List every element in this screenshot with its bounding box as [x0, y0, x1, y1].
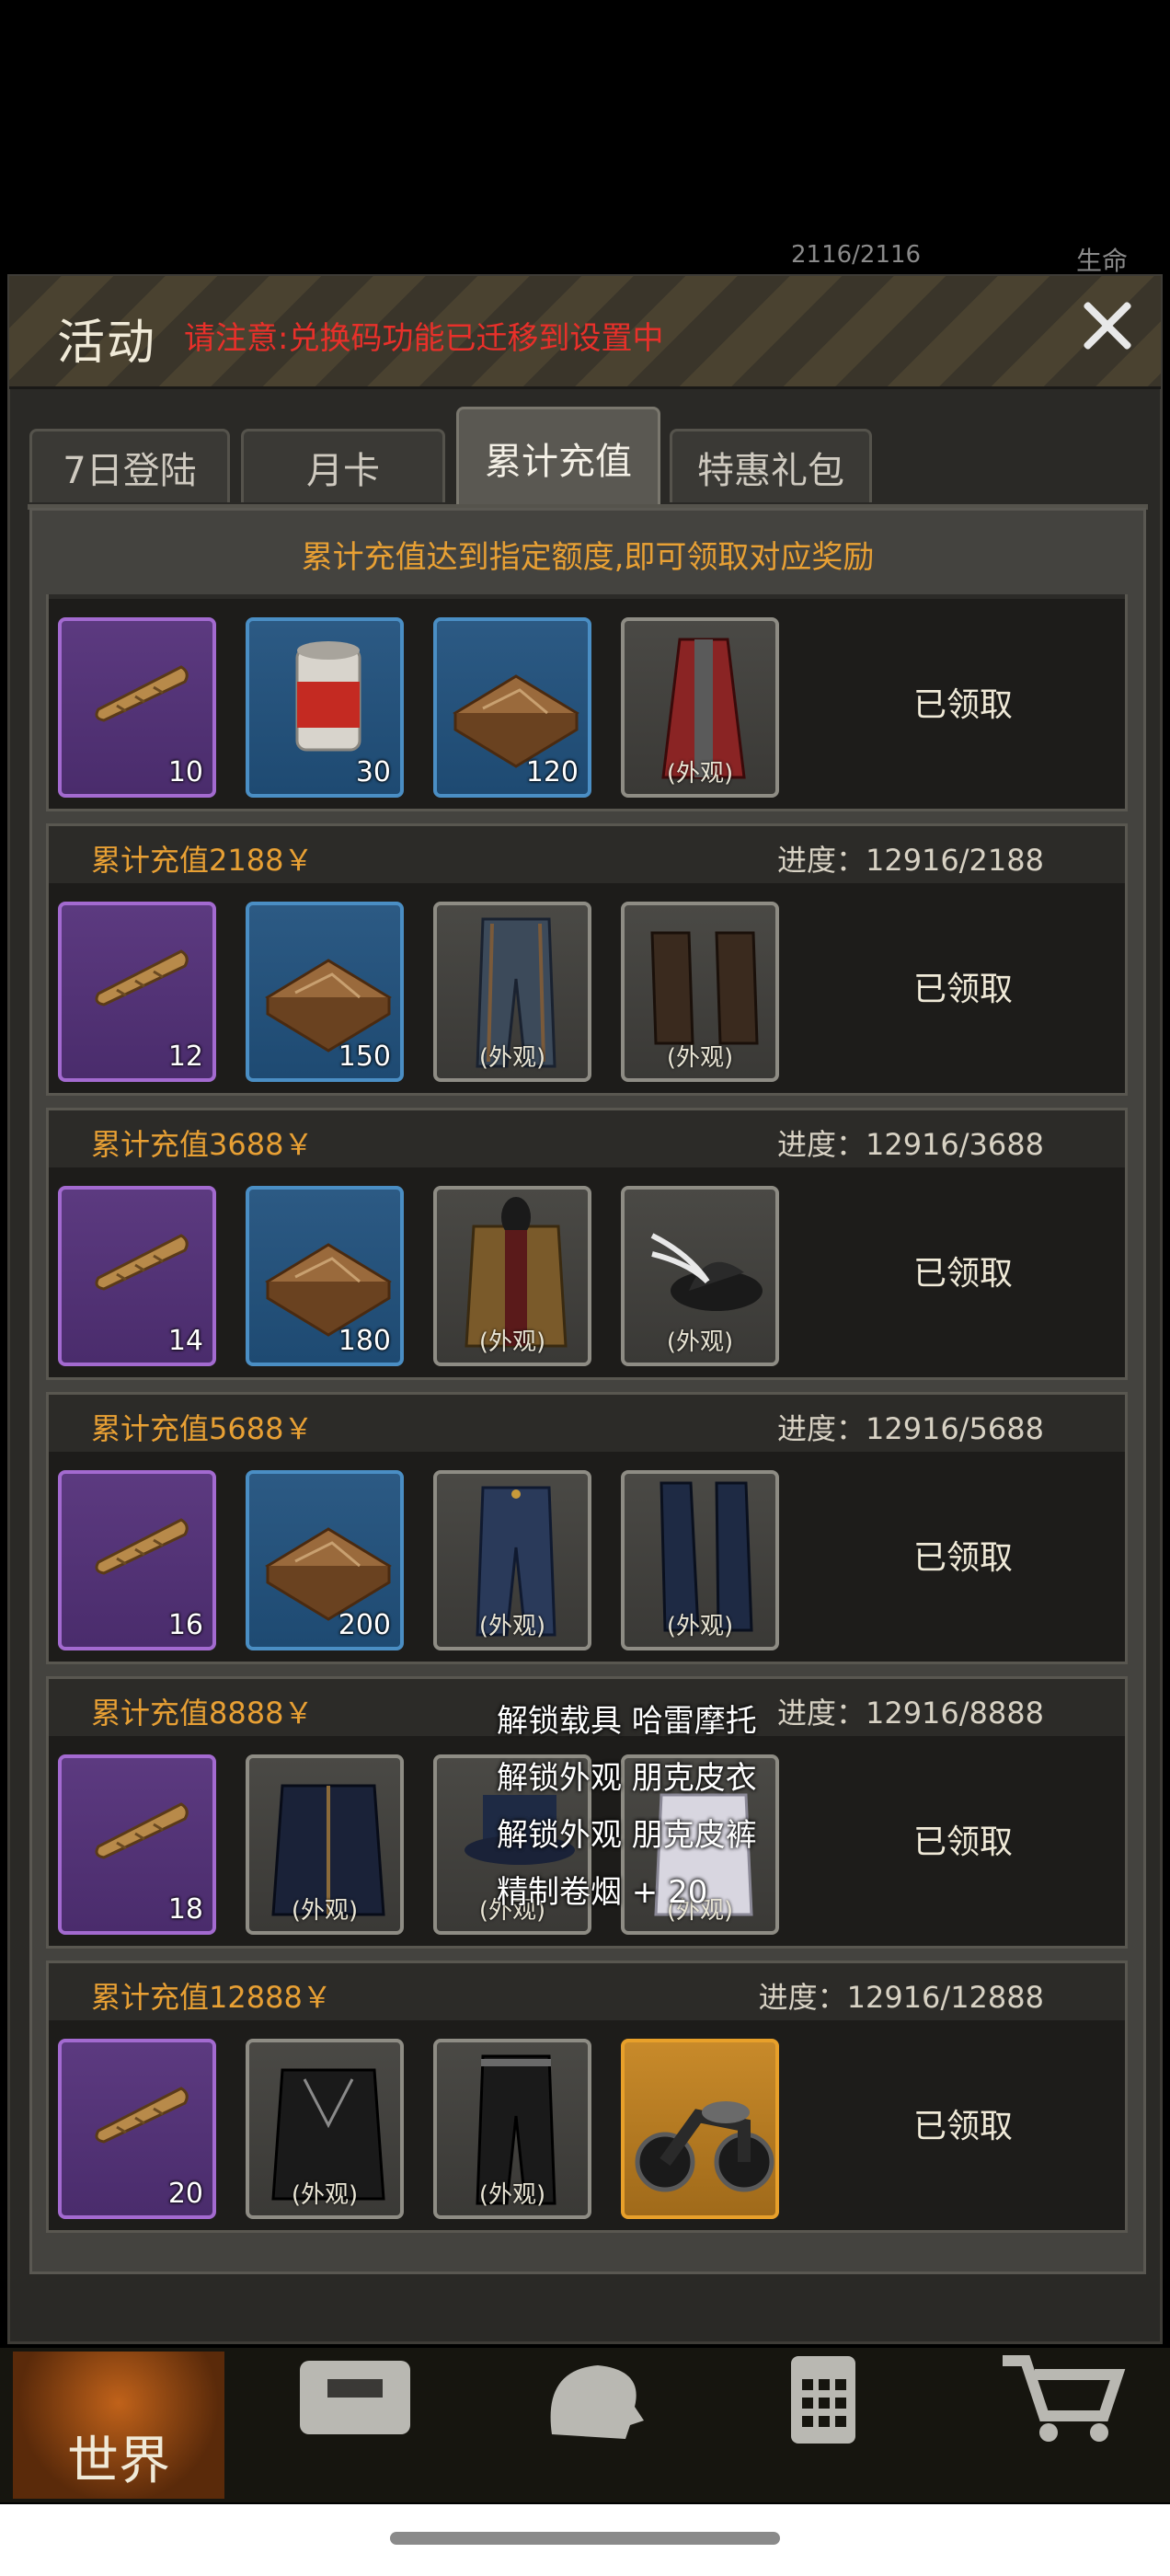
tooltip-line: 解锁外观 朋克皮裤 — [497, 1817, 757, 1854]
item-quantity: 10 — [167, 756, 203, 788]
tier-header — [49, 594, 1125, 599]
reward-tier-card: 累计充值12888￥ 进度：12916/12888 20 (外观) (外观) 已领取 — [46, 1961, 1128, 2233]
tier-progress: 进度：12916/5688 — [776, 1411, 1044, 1446]
item-quantity: 150 — [338, 1041, 391, 1073]
backpack-icon[interactable] — [291, 2352, 429, 2444]
tier-threshold-label: 累计充值5688￥ — [91, 1411, 314, 1446]
appearance-tag: (外观) — [478, 1044, 546, 1072]
dialog-title: 活动 — [57, 316, 157, 371]
appearance-tag: (外观) — [666, 1613, 734, 1640]
hud-backdrop — [0, 0, 1170, 276]
tab-special-pack[interactable]: 特惠礼包 — [670, 429, 872, 502]
appearance-tag: (外观) — [666, 1328, 734, 1356]
shop-cart-icon[interactable] — [993, 2352, 1131, 2444]
tier-threshold-label: 累计充值12888￥ — [91, 1980, 332, 2015]
item-quantity: 120 — [525, 756, 579, 788]
notice-text: 请注意:兑换码功能已迁移到设置中 — [184, 320, 664, 357]
tier-progress: 进度：12916/8888 — [776, 1696, 1044, 1731]
tier-progress: 进度：12916/3688 — [776, 1127, 1044, 1162]
nav-world-label: 世界 — [67, 2432, 170, 2491]
tooltip-line: 解锁外观 朋克皮衣 — [497, 1760, 757, 1797]
tier-threshold-label: 累计充值3688￥ — [91, 1127, 314, 1162]
item-quantity: 16 — [167, 1609, 203, 1641]
reward-item-slot[interactable]: (外观) — [621, 617, 779, 798]
reward-item-slot[interactable]: 20 — [58, 2039, 216, 2219]
appearance-tag: (外观) — [291, 1897, 359, 1925]
item-quantity: 180 — [338, 1325, 391, 1357]
reward-item-slot[interactable]: (外观) — [246, 1754, 404, 1935]
claimed-status-button[interactable]: 已领取 — [913, 678, 1013, 726]
tier-progress: 进度：12916/12888 — [758, 1980, 1044, 2015]
close-button[interactable] — [1074, 293, 1141, 359]
item-quantity: 18 — [167, 1893, 203, 1926]
reward-item-slot[interactable]: 14 — [58, 1186, 216, 1366]
tooltip-line: 精制卷烟 + 20 — [497, 1874, 708, 1911]
reward-item-slot[interactable]: 200 — [246, 1470, 404, 1650]
reward-item-slot[interactable]: (外观) — [621, 902, 779, 1082]
reward-item-slot[interactable]: 180 — [246, 1186, 404, 1366]
item-quantity: 30 — [355, 756, 391, 788]
reward-item-slot[interactable] — [621, 2039, 779, 2219]
appearance-tag: (外观) — [478, 1613, 546, 1640]
appearance-tag: (外观) — [291, 2181, 359, 2209]
appearance-tag: (外观) — [666, 1044, 734, 1072]
reward-item-slot[interactable]: 30 — [246, 617, 404, 798]
claimed-status-button[interactable]: 已领取 — [913, 2099, 1013, 2147]
reward-item-slot[interactable]: 12 — [58, 902, 216, 1082]
reward-tier-card: 累计充值5688￥ 进度：12916/5688 16 200 (外观) (外观) 已领取 — [46, 1392, 1128, 1664]
reward-item-slot[interactable]: 18 — [58, 1754, 216, 1935]
item-quantity: 200 — [338, 1609, 391, 1641]
claimed-status-button[interactable]: 已领取 — [913, 1247, 1013, 1294]
gesture-handle[interactable] — [390, 2532, 780, 2545]
reward-item-slot[interactable]: (外观) — [246, 2039, 404, 2219]
claimed-status-button[interactable]: 已领取 — [913, 1531, 1013, 1579]
phone-icon[interactable] — [754, 2352, 892, 2444]
panel-instruction: 累计充值达到指定额度,即可领取对应奖励 — [301, 539, 875, 576]
life-label: 生命 — [1076, 246, 1129, 276]
appearance-tag: (外观) — [478, 1328, 546, 1356]
tooltip-line: 解锁载具 哈雷摩托 — [497, 1703, 757, 1740]
reward-item-slot[interactable]: (外观) — [433, 1470, 591, 1650]
tier-threshold-label: 累计充值2188￥ — [91, 843, 314, 878]
reward-item-slot[interactable]: (外观) — [433, 902, 591, 1082]
reward-tier-card: 10 30 120 (外观) 已领取 — [46, 594, 1128, 811]
tier-threshold-label: 累计充值8888￥ — [91, 1696, 314, 1731]
reward-item-slot[interactable]: (外观) — [433, 1186, 591, 1366]
item-quantity: 14 — [167, 1325, 203, 1357]
reward-tier-card: 累计充值3688￥ 进度：12916/3688 14 180 (外观) (外观) 已领取 — [46, 1108, 1128, 1380]
reward-item-slot[interactable]: 10 — [58, 617, 216, 798]
tier-progress: 进度：12916/2188 — [776, 843, 1044, 878]
claimed-status-button[interactable]: 已领取 — [913, 962, 1013, 1010]
reward-item-slot[interactable]: 150 — [246, 902, 404, 1082]
reward-tooltip: 解锁载具 哈雷摩托 解锁外观 朋克皮衣 解锁外观 朋克皮裤 精制卷烟 + 20 — [497, 1693, 757, 1921]
claimed-status-button[interactable]: 已领取 — [913, 1815, 1013, 1863]
reward-list[interactable]: 10 30 120 (外观) 已领取 累计充值2188￥ 进度：12916/2188 12 15… — [46, 594, 1128, 2241]
appearance-tag: (外观) — [666, 760, 734, 788]
item-quantity: 12 — [167, 1041, 203, 1073]
tab-monthly-card[interactable]: 月卡 — [241, 429, 445, 502]
item-quantity: 20 — [167, 2178, 203, 2210]
reward-item-slot[interactable]: 120 — [433, 617, 591, 798]
reward-item-slot[interactable]: 16 — [58, 1470, 216, 1650]
hp-counter: 2116/2116 — [791, 241, 922, 269]
appearance-tag: (外观) — [478, 2181, 546, 2209]
reward-tier-card: 累计充值2188￥ 进度：12916/2188 12 150 (外观) (外观) 已领取 — [46, 823, 1128, 1096]
reward-item-slot[interactable]: (外观) — [621, 1470, 779, 1650]
tab-cumulative-topup[interactable]: 累计充值 — [456, 407, 660, 506]
tab-7-day-login[interactable]: 7日登陆 — [29, 429, 230, 502]
reward-item-slot[interactable]: (外观) — [433, 2039, 591, 2219]
skills-head-icon[interactable] — [524, 2352, 662, 2444]
reward-item-slot[interactable]: (外观) — [621, 1186, 779, 1366]
